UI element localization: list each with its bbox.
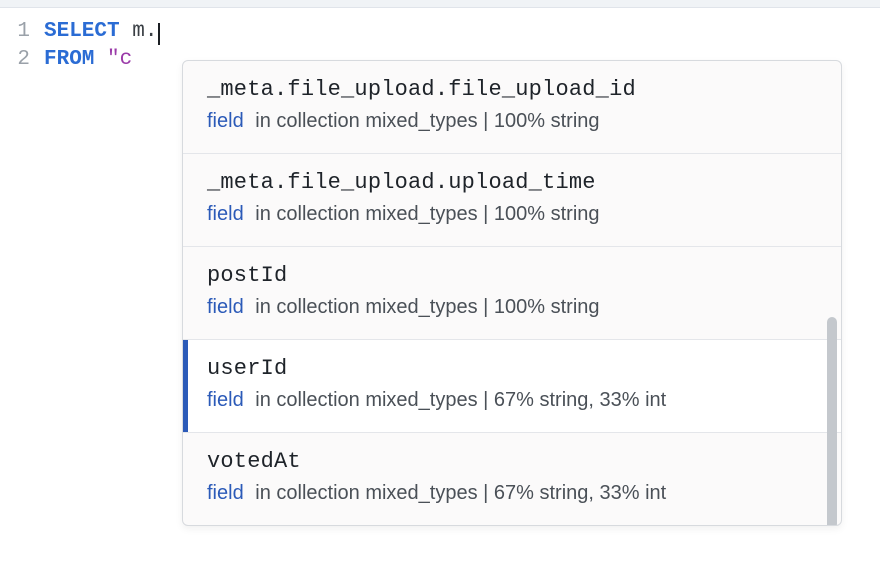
autocomplete-item-kind: field (207, 296, 244, 318)
code-content[interactable]: FROM "c (44, 46, 132, 74)
autocomplete-item[interactable]: _meta.file_upload.upload_timefield in co… (183, 154, 841, 247)
autocomplete-item-desc: field in collection mixed_types | 100% s… (207, 203, 817, 226)
autocomplete-item-desc: field in collection mixed_types | 67% st… (207, 389, 817, 412)
code-editor[interactable]: 1SELECT m.2FROM "c _meta.file_upload.fil… (0, 0, 880, 74)
autocomplete-item-detail: in collection mixed_types | 100% string (250, 110, 600, 132)
autocomplete-item-kind: field (207, 203, 244, 225)
autocomplete-popup: _meta.file_upload.file_upload_idfield in… (182, 60, 842, 526)
autocomplete-scrollbar[interactable] (827, 317, 837, 526)
autocomplete-item-name: _meta.file_upload.file_upload_id (207, 77, 817, 102)
autocomplete-item-kind: field (207, 389, 244, 411)
autocomplete-item-desc: field in collection mixed_types | 67% st… (207, 482, 817, 505)
autocomplete-item[interactable]: votedAt field in collection mixed_types |… (183, 433, 841, 525)
autocomplete-item[interactable]: userId field in collection mixed_types | … (183, 340, 841, 433)
autocomplete-item[interactable]: _meta.file_upload.file_upload_idfield in… (183, 61, 841, 154)
line-number: 1 (0, 18, 44, 46)
autocomplete-item-kind: field (207, 482, 244, 504)
autocomplete-item-desc: field in collection mixed_types | 100% s… (207, 110, 817, 133)
autocomplete-item-kind: field (207, 110, 244, 132)
autocomplete-item-name: votedAt (207, 449, 817, 474)
autocomplete-item-name: postId (207, 263, 817, 288)
autocomplete-item-detail: in collection mixed_types | 67% string, … (250, 482, 667, 504)
line-number: 2 (0, 46, 44, 74)
autocomplete-item-detail: in collection mixed_types | 100% string (250, 296, 600, 318)
autocomplete-item-detail: in collection mixed_types | 67% string, … (250, 389, 667, 411)
autocomplete-item-desc: field in collection mixed_types | 100% s… (207, 296, 817, 319)
text-cursor (158, 23, 160, 45)
autocomplete-item-name: _meta.file_upload.upload_time (207, 170, 817, 195)
code-line[interactable]: 1SELECT m. (0, 18, 880, 46)
autocomplete-item[interactable]: postId field in collection mixed_types | … (183, 247, 841, 340)
autocomplete-item-detail: in collection mixed_types | 100% string (250, 203, 600, 225)
code-content[interactable]: SELECT m. (44, 18, 160, 46)
autocomplete-item-name: userId (207, 356, 817, 381)
